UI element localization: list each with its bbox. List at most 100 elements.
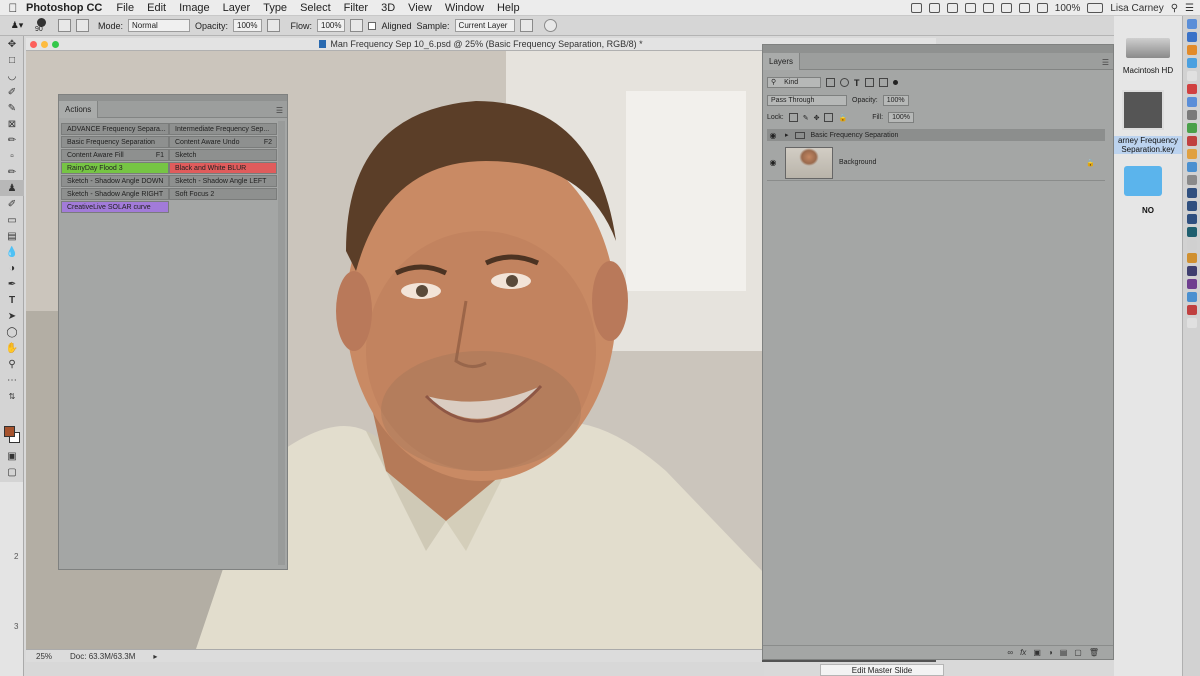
- action-sketch-shadow-angle-right[interactable]: Sketch - Shadow Angle RIGHT: [61, 188, 169, 200]
- menu-type[interactable]: Type: [263, 2, 287, 14]
- flow-input[interactable]: 100%: [317, 19, 346, 32]
- lock-image-icon[interactable]: ✎: [803, 114, 809, 122]
- shape-tool-icon[interactable]: ◯: [0, 324, 24, 340]
- search-icon[interactable]: ⚲: [1171, 3, 1178, 14]
- menu-view[interactable]: View: [408, 2, 432, 14]
- action-basic-frequency-separation[interactable]: Basic Frequency Separation: [61, 136, 169, 148]
- link-layers-icon[interactable]: ∞: [1007, 648, 1013, 657]
- blend-mode-select[interactable]: Pass Through: [767, 95, 847, 106]
- pen-tool-icon[interactable]: ✒: [0, 276, 24, 292]
- frame-tool-icon[interactable]: ⊠: [0, 116, 24, 132]
- pressure-opacity-icon[interactable]: [266, 19, 280, 32]
- type-tool-icon[interactable]: T: [0, 292, 24, 308]
- dock-app-icon[interactable]: [1186, 227, 1197, 237]
- toggle-brush-panel-icon[interactable]: [58, 19, 71, 32]
- keynote-file-icon[interactable]: [1122, 90, 1164, 130]
- time-machine-icon[interactable]: [982, 3, 994, 13]
- group-disclosure-icon[interactable]: ▸: [785, 131, 789, 139]
- menu-select[interactable]: Select: [300, 2, 331, 14]
- actions-scrollbar[interactable]: [278, 121, 285, 565]
- path-selection-tool-icon[interactable]: ➤: [0, 308, 24, 324]
- action-intermediate-frequency-separation[interactable]: Intermediate Frequency Sep...: [169, 123, 277, 135]
- shape-filter-icon[interactable]: [864, 78, 874, 87]
- pressure-size-icon[interactable]: [543, 19, 557, 32]
- swap-colors-icon[interactable]: ⇅: [0, 388, 24, 404]
- quick-mask-icon[interactable]: ▣: [0, 448, 24, 464]
- quick-selection-tool-icon[interactable]: ✐: [0, 84, 24, 100]
- bluetooth-icon[interactable]: [1000, 3, 1012, 13]
- edit-master-slide-button[interactable]: Edit Master Slide: [820, 664, 944, 676]
- clone-stamp-tool-button[interactable]: ♟: [0, 180, 24, 196]
- dock-app-icon[interactable]: [1186, 19, 1197, 29]
- action-rainyday-flood-3[interactable]: RainyDay Flood 3: [61, 162, 169, 174]
- zoom-level[interactable]: 25%: [36, 652, 52, 661]
- new-group-icon[interactable]: ▤: [1060, 648, 1068, 657]
- zoom-tool-icon[interactable]: ⚲: [0, 356, 24, 372]
- lock-all-icon[interactable]: 🔒: [838, 114, 847, 122]
- dock-app-icon[interactable]: [1186, 305, 1197, 315]
- opacity-input[interactable]: 100%: [233, 19, 262, 32]
- lock-transparent-icon[interactable]: [788, 113, 798, 122]
- panel-menu-icon[interactable]: ☰: [276, 106, 283, 115]
- fill-input[interactable]: 100%: [888, 112, 914, 123]
- layer-lock-icon[interactable]: 🔒: [1086, 159, 1095, 167]
- menu-file[interactable]: File: [116, 2, 134, 14]
- foreground-color-swatch[interactable]: [4, 426, 15, 437]
- layer-background-row[interactable]: ◉ Background 🔒: [767, 145, 1105, 181]
- action-sketch[interactable]: Sketch: [169, 149, 277, 161]
- lock-artboard-icon[interactable]: [824, 113, 834, 122]
- menu-layer[interactable]: Layer: [223, 2, 251, 14]
- type-filter-icon[interactable]: T: [854, 78, 860, 88]
- action-advance-frequency-separation[interactable]: ADVANCE Frequency Separa...: [61, 123, 169, 135]
- menu-image[interactable]: Image: [179, 2, 210, 14]
- tab-actions[interactable]: Actions: [59, 101, 99, 118]
- dodge-tool-icon[interactable]: ◑: [0, 260, 24, 276]
- apple-icon[interactable]: : [0, 1, 26, 15]
- dock-app-icon[interactable]: [1186, 240, 1197, 250]
- layer-style-icon[interactable]: fx: [1020, 648, 1026, 657]
- menu-help[interactable]: Help: [497, 2, 520, 14]
- dock-app-icon[interactable]: [1186, 123, 1197, 133]
- screen-icon[interactable]: [946, 3, 958, 13]
- dock-app-icon[interactable]: [1186, 97, 1197, 107]
- eraser-tool-icon[interactable]: ▭: [0, 212, 24, 228]
- dock-app-icon[interactable]: [1186, 110, 1197, 120]
- visibility-eye-icon[interactable]: ◉: [767, 131, 779, 140]
- dropbox-icon[interactable]: [928, 3, 940, 13]
- action-content-aware-undo[interactable]: Content Aware Undo F2: [169, 136, 277, 148]
- dock-app-icon[interactable]: [1186, 188, 1197, 198]
- layer-filter-select[interactable]: ⚲ Kind: [767, 77, 821, 88]
- menu-3d[interactable]: 3D: [381, 2, 395, 14]
- airbrush-icon[interactable]: [350, 19, 364, 32]
- aligned-checkbox[interactable]: [368, 21, 377, 30]
- status-arrow-icon[interactable]: ▸: [153, 652, 157, 661]
- dock-app-icon[interactable]: [1186, 318, 1197, 328]
- dock-app-icon[interactable]: [1186, 292, 1197, 302]
- notification-icon[interactable]: ☰: [1185, 3, 1194, 14]
- crop-tool-icon[interactable]: ✎: [0, 100, 24, 116]
- action-creativelive-solar-curve[interactable]: CreativeLive SOLAR curve: [61, 201, 169, 213]
- dock-app-icon[interactable]: [1186, 136, 1197, 146]
- dock-app-icon[interactable]: [1186, 201, 1197, 211]
- tab-layers[interactable]: Layers: [763, 53, 801, 70]
- app-menu[interactable]: Photoshop CC: [26, 2, 102, 14]
- dock-app-icon[interactable]: [1186, 253, 1197, 263]
- delete-layer-icon[interactable]: 🗑: [1089, 648, 1099, 657]
- menu-filter[interactable]: Filter: [344, 2, 368, 14]
- ignore-adjustment-layers-icon[interactable]: [519, 19, 533, 32]
- info-icon[interactable]: [964, 3, 976, 13]
- screen-mode-icon[interactable]: ▢: [0, 464, 24, 480]
- action-sketch-shadow-angle-down[interactable]: Sketch - Shadow Angle DOWN: [61, 175, 169, 187]
- blur-tool-icon[interactable]: 💧: [0, 244, 24, 260]
- toggle-clone-source-icon[interactable]: [76, 19, 89, 32]
- new-layer-icon[interactable]: ▢: [1074, 648, 1082, 657]
- history-brush-tool-icon[interactable]: ✐: [0, 196, 24, 212]
- layer-name[interactable]: Basic Frequency Separation: [811, 132, 899, 139]
- smart-object-filter-icon[interactable]: [878, 78, 888, 87]
- marquee-tool-icon[interactable]: □: [0, 52, 24, 68]
- brush-tool-icon[interactable]: ✏: [0, 164, 24, 180]
- volume-icon[interactable]: [1036, 3, 1048, 13]
- move-tool-icon[interactable]: ✥: [0, 36, 24, 52]
- mode-select[interactable]: Normal: [128, 19, 191, 32]
- dock-app-icon[interactable]: [1186, 45, 1197, 55]
